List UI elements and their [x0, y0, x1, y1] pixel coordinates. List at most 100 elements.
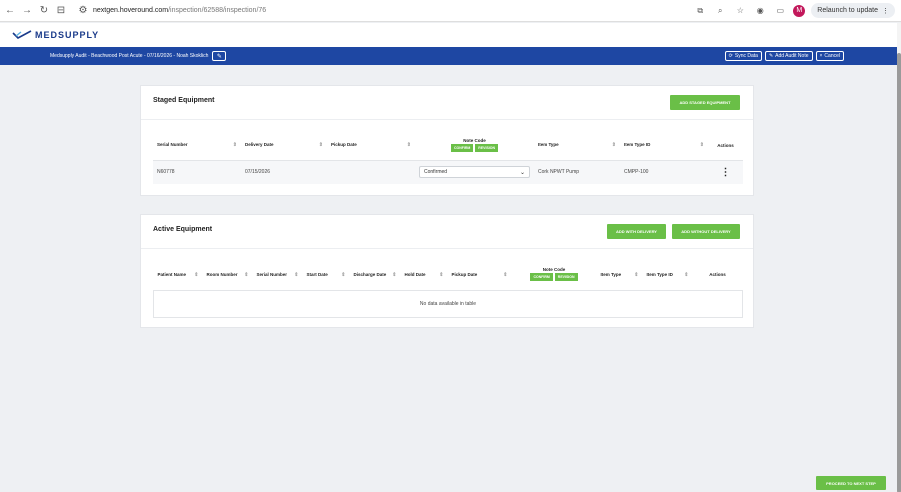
add-with-delivery-button[interactable]: ADD WITH DELIVERY — [607, 224, 666, 239]
logo-text: MEDSUPPLY — [35, 30, 100, 40]
sort-icon: ⇕ — [699, 142, 704, 149]
col-note-code: Note Code CONFIRM REVISION — [415, 131, 534, 160]
card-divider — [141, 119, 753, 120]
confirm-all-button[interactable]: CONFIRM — [450, 143, 474, 152]
sort-icon: ⇕ — [503, 271, 508, 278]
sort-icon: ⇕ — [439, 271, 444, 278]
staged-equipment-card: Staged Equipment ADD STAGED EQUIPMENT Se… — [140, 85, 754, 196]
sort-icon: ⇕ — [684, 271, 689, 278]
col-room-number-label: Room Number — [206, 271, 238, 277]
col-hold-date[interactable]: Hold Date ⇕ — [401, 260, 448, 290]
tab-search-icon[interactable]: ⊟ — [54, 4, 68, 18]
cast-icon[interactable]: ⧉ — [693, 4, 707, 18]
logo[interactable]: MEDSUPPLY — [12, 30, 99, 40]
more-menu-icon: ⋮ — [882, 7, 889, 15]
audit-header-bar: Medsupply Audit - Beachwood Post Acute -… — [0, 47, 897, 65]
col-actions: Actions — [693, 260, 743, 290]
profile-avatar[interactable]: M — [793, 4, 806, 17]
col-patient-name[interactable]: Patient Name ⇕ — [154, 260, 203, 290]
zoom-icon[interactable]: ⌕ — [713, 4, 727, 18]
address-bar[interactable]: ⚙ nextgen.hoveround.com/inspection/62588… — [76, 4, 267, 18]
empty-row: No data available in table — [153, 290, 743, 318]
sort-icon: ⇕ — [392, 271, 397, 278]
col-discharge-date-label: Discharge Date — [353, 271, 387, 277]
sort-icon: ⇕ — [341, 271, 346, 278]
col-serial-number[interactable]: Serial Number ⇕ — [153, 131, 241, 160]
cell-item-type-id: CMPP-100 — [624, 169, 649, 176]
col-serial-number-label: Serial Number — [157, 142, 188, 148]
add-staged-equipment-button[interactable]: ADD STAGED EQUIPMENT — [670, 95, 740, 110]
col-item-type[interactable]: Item Type ⇕ — [597, 260, 643, 290]
sort-icon: ⇕ — [244, 271, 249, 278]
sync-data-label: Sync Data — [734, 53, 758, 59]
note-code-value: Confirmed — [424, 169, 448, 176]
extension-icon[interactable]: ◉ — [753, 4, 767, 18]
col-note-code-label: Note Code — [463, 137, 486, 143]
sort-icon: ⇕ — [634, 271, 639, 278]
add-without-delivery-button[interactable]: ADD WITHOUT DELIVERY — [672, 224, 740, 239]
confirm-all-button[interactable]: CONFIRM — [530, 273, 553, 282]
col-note-code: Note Code CONFIRM REVISION — [512, 260, 597, 290]
url-path: /inspection/62588/inspection/76 — [168, 7, 267, 14]
col-note-code-label: Note Code — [542, 267, 566, 273]
note-code-select[interactable]: Confirmed ⌄ — [419, 166, 530, 179]
relaunch-button[interactable]: Relaunch to update ⋮ — [811, 3, 895, 18]
sync-icon: ⟳ — [728, 53, 733, 59]
sort-icon: ⇕ — [232, 142, 237, 149]
col-start-date-label: Start Date — [306, 271, 328, 277]
col-item-type-label: Item Type — [600, 271, 622, 277]
col-discharge-date[interactable]: Discharge Date ⇕ — [350, 260, 401, 290]
col-item-type[interactable]: Item Type ⇕ — [534, 131, 620, 160]
back-arrow-icon[interactable]: ← — [3, 4, 17, 18]
side-panel-icon[interactable]: ▭ — [773, 4, 787, 18]
col-pickup-date[interactable]: Pickup Date ⇕ — [448, 260, 512, 290]
pencil-icon: ✎ — [216, 53, 222, 60]
active-equipment-title: Active Equipment — [153, 226, 213, 233]
add-audit-note-button[interactable]: ✎ Add Audit Note — [764, 51, 813, 61]
col-start-date[interactable]: Start Date ⇕ — [303, 260, 350, 290]
add-audit-note-label: Add Audit Note — [775, 53, 809, 59]
col-serial-number-label: Serial Number — [256, 271, 288, 277]
active-equipment-card: Active Equipment ADD WITH DELIVERY ADD W… — [140, 214, 754, 328]
row-actions-kebab-icon[interactable]: ⋮ — [708, 160, 743, 184]
col-pickup-date-label: Pickup Date — [331, 142, 357, 148]
revision-all-button[interactable]: REVISION — [475, 143, 499, 152]
col-pickup-date[interactable]: Pickup Date ⇕ — [327, 131, 415, 160]
col-item-type-id[interactable]: Item Type ID ⇕ — [643, 260, 693, 290]
url-host: nextgen.hoveround.com — [93, 7, 169, 14]
sort-icon: ⇕ — [194, 271, 199, 278]
chevron-down-icon: ⌄ — [519, 169, 525, 176]
col-hold-date-label: Hold Date — [404, 271, 426, 277]
relaunch-label: Relaunch to update — [817, 7, 878, 14]
cell-delivery-date: 07/15/2026 — [245, 169, 271, 176]
cancel-button[interactable]: × Cancel — [815, 51, 844, 61]
revision-all-button[interactable]: REVISION — [554, 273, 578, 282]
forward-arrow-icon[interactable]: → — [20, 4, 34, 18]
logo-mark-icon — [12, 30, 32, 39]
col-actions-label: Actions — [717, 142, 734, 148]
cell-serial: N60778 — [157, 169, 175, 176]
pencil-icon: ✎ — [768, 53, 774, 59]
reload-icon[interactable]: ↻ — [37, 4, 51, 18]
edit-audit-button[interactable]: ✎ — [212, 51, 227, 61]
col-item-type-id[interactable]: Item Type ID ⇕ — [620, 131, 708, 160]
staged-equipment-table: Serial Number ⇕ Delivery Date ⇕ Pickup Dat… — [153, 131, 743, 184]
site-info-icon[interactable]: ⚙ — [76, 4, 90, 18]
col-room-number[interactable]: Room Number ⇕ — [203, 260, 253, 290]
col-actions: Actions — [708, 131, 743, 160]
sync-data-button[interactable]: ⟳ Sync Data — [724, 51, 762, 61]
sort-icon: ⇕ — [294, 271, 299, 278]
scrollbar-thumb[interactable] — [897, 53, 901, 492]
bookmark-star-icon[interactable]: ☆ — [733, 4, 747, 18]
proceed-to-next-step-button[interactable]: PROCEED TO NEXT STEP — [816, 476, 886, 490]
col-actions-label: Actions — [709, 272, 726, 278]
active-equipment-table: Patient Name ⇕ Room Number ⇕ Serial Number… — [153, 260, 743, 318]
sort-icon: ⇕ — [611, 142, 616, 149]
audit-title: Medsupply Audit - Beachwood Post Acute -… — [50, 53, 209, 59]
col-delivery-date[interactable]: Delivery Date ⇕ — [241, 131, 327, 160]
page-scrollbar[interactable] — [897, 23, 901, 492]
table-row: N60778 07/15/2026 Confirmed ⌄ Cork NPWT … — [153, 160, 743, 184]
app-logo-bar: MEDSUPPLY — [0, 23, 897, 47]
col-serial-number[interactable]: Serial Number ⇕ — [253, 260, 303, 290]
empty-table-message: No data available in table — [153, 290, 743, 318]
